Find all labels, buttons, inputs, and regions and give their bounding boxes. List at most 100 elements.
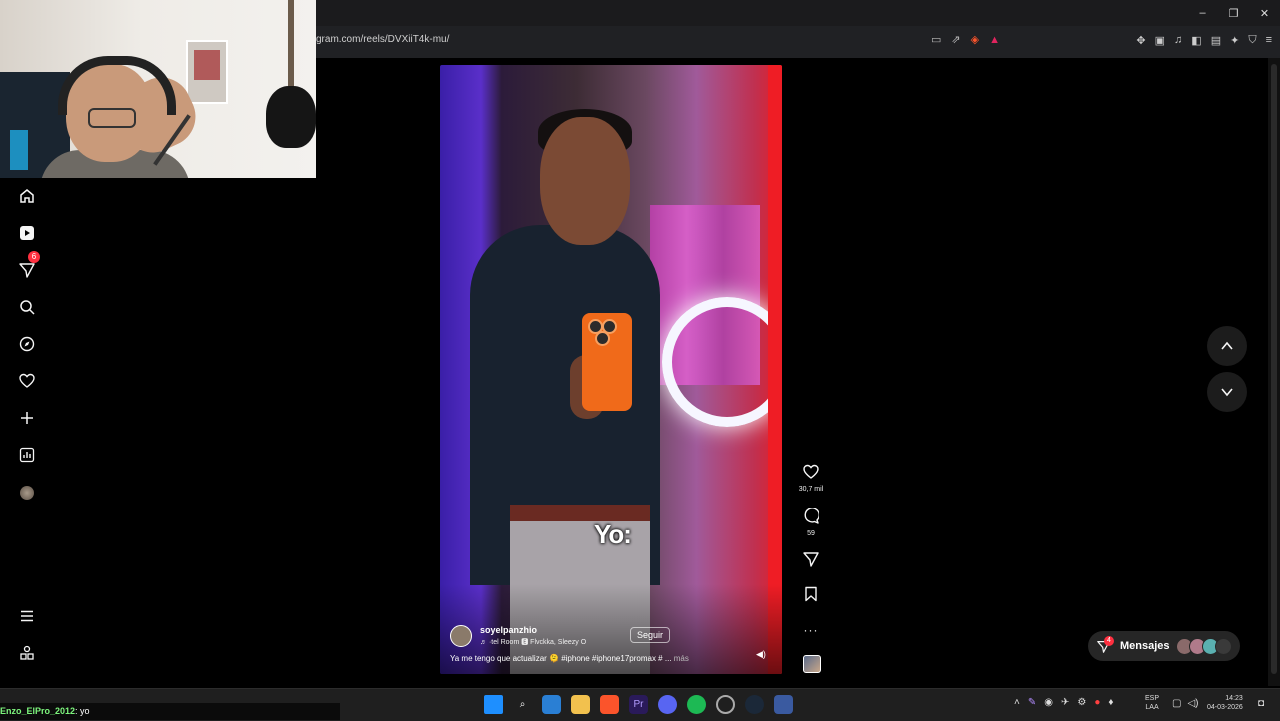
windows-start-icon[interactable] xyxy=(484,695,503,714)
explore-icon[interactable] xyxy=(14,331,40,357)
messages-label: Mensajes xyxy=(1120,640,1170,652)
sidebar-toggle-icon[interactable]: ◧ xyxy=(1191,34,1201,47)
home-icon[interactable] xyxy=(14,183,40,209)
extensions-toolbar: ✥ ▣ ♫ ◧ ▤ ✦ ⛉ ≡ xyxy=(1136,30,1272,50)
red-door-frame xyxy=(768,65,782,674)
wallet-icon[interactable]: ▤ xyxy=(1211,34,1221,47)
message-avatars xyxy=(1176,638,1232,655)
notifications-heart-icon[interactable] xyxy=(14,368,40,394)
leo-icon[interactable]: ✦ xyxy=(1230,34,1239,47)
more-options-icon[interactable]: ··· xyxy=(804,623,819,637)
media-icon[interactable]: ♫ xyxy=(1174,34,1182,46)
spotify-icon[interactable] xyxy=(687,695,706,714)
scrollbar-thumb[interactable] xyxy=(1271,64,1277,674)
chevron-up-icon xyxy=(1221,341,1233,350)
guitar-body xyxy=(266,86,316,148)
wall-picture xyxy=(186,40,228,104)
instagram-sidebar: 6 xyxy=(0,178,54,678)
speaker-icon[interactable]: ◀) xyxy=(756,649,766,660)
profile-avatar[interactable] xyxy=(14,480,40,506)
chrome-icon[interactable] xyxy=(716,695,735,714)
address-bar[interactable]: gram.com/reels/DVXiiT4k-mu/ ▭ ⇗ ◈ ▲ xyxy=(300,30,1000,50)
menu-icon[interactable]: ≡ xyxy=(1266,34,1272,46)
tray-record-icon[interactable]: ● xyxy=(1094,697,1100,708)
reels-icon[interactable] xyxy=(14,220,40,246)
discord-icon[interactable] xyxy=(658,695,677,714)
messages-pill[interactable]: 4 Mensajes xyxy=(1088,631,1240,661)
address-bar-icons: ▭ ⇗ ◈ ▲ xyxy=(931,30,1000,50)
system-tray: ˄ ✎ ◉ ✈ ⚙ ● ♦ xyxy=(1014,697,1113,708)
tray-mic-icon[interactable]: ♦ xyxy=(1108,697,1113,708)
file-explorer-icon[interactable] xyxy=(571,695,590,714)
follow-button[interactable]: Seguir xyxy=(630,627,671,643)
network-icon: ▢ xyxy=(1172,698,1182,709)
vpn-icon[interactable]: ⛉ xyxy=(1248,34,1256,47)
reel-audio-label[interactable]: ♬ ·tel Room 🅴 Flvckka, Sleezy O xyxy=(480,637,586,647)
direct-messages-icon[interactable]: 6 xyxy=(14,251,40,283)
video-text-overlay: Yo: xyxy=(594,519,632,549)
url-text[interactable]: gram.com/reels/DVXiiT4k-mu/ xyxy=(316,30,449,50)
close-button[interactable]: ✕ xyxy=(1249,0,1280,26)
share-send-icon[interactable] xyxy=(803,552,819,571)
comment-action: 59 xyxy=(796,507,826,537)
taskbar-search-icon[interactable]: ⌕ xyxy=(513,695,532,714)
notes-app-icon[interactable] xyxy=(774,695,793,714)
notification-bell-icon[interactable]: ◘ xyxy=(1258,698,1264,709)
previous-reel-button[interactable] xyxy=(1207,326,1247,366)
extensions-icon[interactable]: ✥ xyxy=(1136,34,1145,47)
like-action: 30,7 mil xyxy=(796,464,826,493)
like-heart-icon[interactable] xyxy=(803,464,819,484)
brave-shield-icon[interactable]: ◈ xyxy=(971,30,979,50)
author-username[interactable]: soyelpanzhio xyxy=(480,625,537,635)
glasses xyxy=(88,108,136,128)
tray-expand-icon[interactable]: ˄ xyxy=(1014,697,1020,708)
cast-icon[interactable]: ▭ xyxy=(931,30,941,50)
tray-app-icon[interactable]: ✈ xyxy=(1061,697,1069,708)
save-action xyxy=(796,586,826,607)
contact-avatar-more xyxy=(1215,638,1232,655)
brave-rewards-icon[interactable]: ▲ xyxy=(989,30,1000,50)
person-face xyxy=(540,117,630,245)
description-text: Ya me tengo que actualizar 🫠 #iphone #ip… xyxy=(450,654,672,663)
window-controls: – ❐ ✕ xyxy=(1187,0,1280,26)
gallery-icon[interactable] xyxy=(542,695,561,714)
reel-video[interactable]: Yo: soyelpanzhio ♬ ·tel Room 🅴 Flvckka, … xyxy=(440,65,782,674)
premiere-icon[interactable]: Pr xyxy=(629,695,648,714)
taskbar-apps: ⌕ Pr xyxy=(484,695,793,714)
dashboard-icon[interactable] xyxy=(14,442,40,468)
more-options-action: ··· xyxy=(796,621,826,639)
author-avatar[interactable] xyxy=(450,625,472,647)
reel-description[interactable]: Ya me tengo que actualizar 🫠 #iphone #ip… xyxy=(450,654,689,663)
clock-time: 14:23 xyxy=(1225,695,1243,702)
meta-apps-icon[interactable] xyxy=(14,640,40,666)
orange-phone xyxy=(582,313,632,411)
messages-badge: 4 xyxy=(1104,636,1114,646)
taskbar-clock[interactable]: 14:23 04-03-2026 xyxy=(1207,694,1243,712)
clock-date: 04-03-2026 xyxy=(1207,704,1243,711)
tray-pen-icon[interactable]: ✎ xyxy=(1028,697,1036,708)
comment-icon[interactable] xyxy=(803,507,820,528)
webcam-overlay xyxy=(0,0,316,178)
tray-discord-icon[interactable]: ◉ xyxy=(1044,697,1053,708)
next-reel-button[interactable] xyxy=(1207,372,1247,412)
search-icon[interactable] xyxy=(14,294,40,320)
audio-thumbnail[interactable] xyxy=(803,655,821,673)
phone-camera-lens xyxy=(595,331,610,346)
more-menu-icon[interactable] xyxy=(14,603,40,629)
steam-icon[interactable] xyxy=(745,695,764,714)
ring-light xyxy=(662,297,782,427)
create-icon[interactable] xyxy=(14,405,40,431)
stream-chat-overlay: Enzo_ElPro_2012: yo xyxy=(0,703,340,720)
brave-browser-icon[interactable] xyxy=(600,695,619,714)
more-link[interactable]: más xyxy=(674,654,689,663)
restore-button[interactable]: ❐ xyxy=(1218,0,1249,26)
minimize-button[interactable]: – xyxy=(1187,0,1218,26)
input-language[interactable]: ESP LAA xyxy=(1145,694,1159,712)
bookmark-icon[interactable] xyxy=(803,586,819,606)
tray-steam-icon[interactable]: ⚙ xyxy=(1077,697,1086,708)
chat-message: : yo xyxy=(75,706,90,716)
quick-settings[interactable]: ▢ ◁) xyxy=(1172,698,1198,709)
scrollbar[interactable] xyxy=(1268,58,1280,686)
reader-icon[interactable]: ▣ xyxy=(1155,34,1165,47)
share-icon[interactable]: ⇗ xyxy=(951,30,960,50)
